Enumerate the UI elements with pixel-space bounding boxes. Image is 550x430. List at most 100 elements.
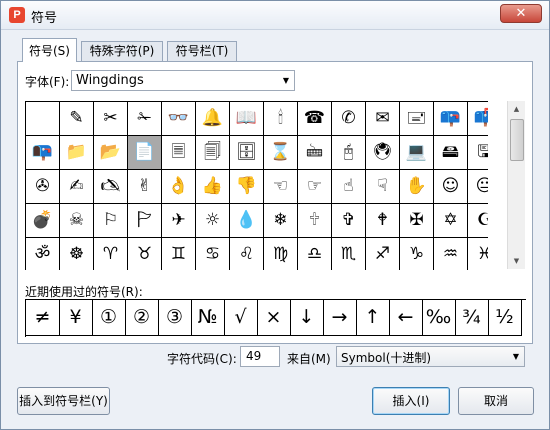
symbol-cell[interactable]: 🖃 xyxy=(400,102,434,136)
symbol-cell[interactable]: ♐ xyxy=(366,238,400,270)
symbol-cell[interactable]: 📫 xyxy=(468,102,488,136)
symbol-cell[interactable]: 🕯 xyxy=(264,102,298,136)
symbol-cell[interactable]: ॐ xyxy=(26,238,60,270)
symbol-cell[interactable]: ♓ xyxy=(468,238,488,270)
symbol-cell[interactable]: ✇ xyxy=(26,170,60,204)
scroll-up-icon[interactable]: ▲ xyxy=(508,101,525,117)
symbol-cell[interactable]: 🏱 xyxy=(128,204,162,238)
symbol-cell[interactable]: 🗐 xyxy=(196,136,230,170)
symbol-cell[interactable]: 👎 xyxy=(230,170,264,204)
symbol-cell[interactable]: ✋ xyxy=(400,170,434,204)
symbol-cell[interactable]: ✈ xyxy=(162,204,196,238)
symbol-cell[interactable]: 🗏 xyxy=(162,136,196,170)
symbol-cell[interactable]: 🗄 xyxy=(230,136,264,170)
symbol-cell[interactable]: ☼ xyxy=(196,204,230,238)
symbol-cell[interactable]: ☎ xyxy=(298,102,332,136)
symbol-cell[interactable]: 🕈 xyxy=(366,204,400,238)
recent-symbol-cell[interactable]: ① xyxy=(92,300,126,336)
recent-symbol-cell[interactable]: ↑ xyxy=(356,300,390,336)
symbol-cell[interactable]: ♑ xyxy=(400,238,434,270)
insert-to-symbol-bar-button[interactable]: 插入到符号栏(Y) xyxy=(17,387,110,415)
recent-symbol-cell[interactable]: ¥ xyxy=(59,300,93,336)
symbol-cell[interactable]: ♌ xyxy=(230,238,264,270)
symbol-cell[interactable]: ☺ xyxy=(434,170,468,204)
symbol-cell[interactable]: ✎ xyxy=(60,102,94,136)
symbol-cell[interactable]: ♎ xyxy=(298,238,332,270)
cancel-button[interactable]: 取消 xyxy=(458,387,534,415)
symbol-cell[interactable]: 🖰 xyxy=(332,136,366,170)
symbol-cell[interactable]: 📖 xyxy=(230,102,264,136)
symbol-cell[interactable]: 💣 xyxy=(26,204,60,238)
recent-symbol-cell[interactable]: № xyxy=(191,300,225,336)
symbol-cell[interactable]: 🖮 xyxy=(298,136,332,170)
symbol-cell[interactable]: 👍 xyxy=(196,170,230,204)
insert-button[interactable]: 插入(I) xyxy=(372,387,450,415)
symbol-cell[interactable]: ☞ xyxy=(298,170,332,204)
symbol-cell[interactable]: ☪ xyxy=(468,204,488,238)
from-select[interactable]: Symbol(十进制) ▼ xyxy=(336,346,525,367)
symbol-cell[interactable]: 👓 xyxy=(162,102,196,136)
symbol-cell[interactable]: ♍ xyxy=(264,238,298,270)
grid-scrollbar[interactable]: ▲ ▼ xyxy=(507,101,525,269)
recent-symbol-cell[interactable]: → xyxy=(323,300,357,336)
symbol-cell[interactable]: ✁ xyxy=(128,102,162,136)
symbol-cell[interactable]: ♋ xyxy=(196,238,230,270)
symbol-cell[interactable] xyxy=(26,102,60,136)
symbol-cell[interactable]: ✍ xyxy=(60,170,94,204)
symbol-cell[interactable]: ✌ xyxy=(128,170,162,204)
symbol-cell[interactable]: ♉ xyxy=(128,238,162,270)
recent-symbol-cell[interactable]: ≠ xyxy=(26,300,60,336)
recent-symbol-cell[interactable]: ¾ xyxy=(455,300,489,336)
tab-special-characters[interactable]: 特殊字符(P) xyxy=(81,41,163,61)
symbol-cell[interactable]: 💧 xyxy=(230,204,264,238)
symbol-cell[interactable]: ☝ xyxy=(332,170,366,204)
symbol-cell[interactable]: 🔔 xyxy=(196,102,230,136)
symbol-cell[interactable]: ⌛ xyxy=(264,136,298,170)
symbol-cell[interactable]: ♏ xyxy=(332,238,366,270)
symbol-cell[interactable]: 😐 xyxy=(468,170,488,204)
symbol-cell[interactable]: 🖫 xyxy=(468,136,488,170)
recent-symbol-cell[interactable]: ← xyxy=(389,300,423,336)
char-code-input[interactable]: 49 xyxy=(240,346,280,367)
recent-symbol-cell[interactable]: ② xyxy=(125,300,159,336)
symbol-cell[interactable]: 👌 xyxy=(162,170,196,204)
symbol-cell[interactable]: ♒ xyxy=(434,238,468,270)
title-bar: P 符号 ✕ xyxy=(1,1,549,30)
recent-symbol-cell[interactable]: √ xyxy=(224,300,258,336)
symbol-cell[interactable]: 📄 xyxy=(128,136,162,170)
recent-symbol-cell[interactable]: ½ xyxy=(488,300,522,336)
scroll-thumb[interactable] xyxy=(510,119,524,161)
scroll-down-icon[interactable]: ▼ xyxy=(508,253,525,269)
symbol-cell[interactable]: 📭 xyxy=(26,136,60,170)
symbol-cell[interactable]: 📁 xyxy=(60,136,94,170)
symbol-cell[interactable]: ☸ xyxy=(60,238,94,270)
symbol-cell[interactable]: ♊ xyxy=(162,238,196,270)
symbol-cell[interactable]: ✞ xyxy=(332,204,366,238)
symbol-cell[interactable]: ☟ xyxy=(366,170,400,204)
symbol-cell[interactable]: ☜ xyxy=(264,170,298,204)
close-button[interactable]: ✕ xyxy=(500,4,542,23)
recent-symbol-cell[interactable]: ③ xyxy=(158,300,192,336)
symbol-cell[interactable]: ✠ xyxy=(400,204,434,238)
symbol-cell[interactable]: ✆ xyxy=(332,102,366,136)
recent-symbol-cell[interactable]: ‰ xyxy=(422,300,456,336)
symbol-cell[interactable]: 🖴 xyxy=(434,136,468,170)
symbol-cell[interactable]: 🖎 xyxy=(94,170,128,204)
symbol-cell[interactable]: 🖲 xyxy=(366,136,400,170)
tab-symbol-bar[interactable]: 符号栏(T) xyxy=(167,41,237,61)
symbol-cell[interactable]: ♈ xyxy=(94,238,128,270)
symbol-cell[interactable]: ✡ xyxy=(434,204,468,238)
tab-symbols[interactable]: 符号(S) xyxy=(22,38,77,62)
recent-symbol-cell[interactable]: ↓ xyxy=(290,300,324,336)
symbol-cell[interactable]: ⚐ xyxy=(94,204,128,238)
recent-symbol-cell[interactable]: × xyxy=(257,300,291,336)
symbol-cell[interactable]: 💻 xyxy=(400,136,434,170)
symbol-cell[interactable]: ❄ xyxy=(264,204,298,238)
symbol-cell[interactable]: ✂ xyxy=(94,102,128,136)
symbol-cell[interactable]: 📪 xyxy=(434,102,468,136)
symbol-cell[interactable]: ☠ xyxy=(60,204,94,238)
font-select[interactable]: Wingdings ▼ xyxy=(71,70,295,91)
symbol-cell[interactable]: 🕆 xyxy=(298,204,332,238)
symbol-cell[interactable]: 📂 xyxy=(94,136,128,170)
symbol-cell[interactable]: ✉ xyxy=(366,102,400,136)
